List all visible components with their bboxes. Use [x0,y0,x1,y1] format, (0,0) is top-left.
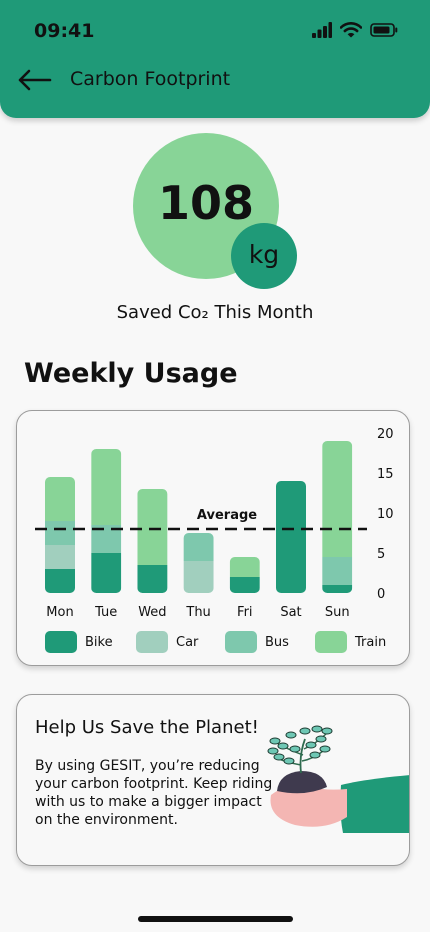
bar-segment-bike [45,569,75,593]
legend-item-bus: Bus [225,631,315,653]
bar-segment-train [45,477,75,521]
legend-label: Bus [265,634,289,650]
co2-saved-value: 108 [157,176,255,230]
weekly-usage-chart-card: 0 5 10 15 20 Mon Tue Wed Thu Fri Sat Sun Average Bik… [16,410,410,666]
bar-segment-bus [45,521,75,545]
legend-item-car: Car [136,631,225,653]
x-tick-label: Thu [185,605,210,620]
x-tick-label: Fri [237,605,253,620]
y-tick-label: 5 [377,547,385,562]
y-tick-label: 15 [377,467,394,482]
page-title: Carbon Footprint [70,68,231,90]
legend-swatch [225,631,257,653]
legend-swatch [136,631,168,653]
bar-segment-bike [91,553,122,593]
bar-segment-train [137,489,168,565]
arrow-left-icon[interactable] [16,66,52,94]
x-tick-label: Tue [94,605,117,620]
legend-swatch [45,631,77,653]
app-header: 09:41 Carbon Footprint [0,0,430,118]
info-title: Help Us Save the Planet! [35,717,259,738]
unit-label: kg [248,240,280,269]
legend-label: Bike [85,634,113,650]
co2-caption: Saved Co₂ This Month [116,302,314,323]
status-icons [312,22,398,38]
status-time: 09:41 [34,20,95,42]
bar-segment-bike [322,585,353,593]
hand-holding-plant-icon [267,725,409,833]
bar-segment-bus [183,533,214,561]
weekly-usage-chart: 0 5 10 15 20 Mon Tue Wed Thu Fri Sat Sun Average [35,427,394,620]
legend-label: Car [176,634,199,650]
bar-segment-car [183,561,214,593]
section-title-weekly-usage: Weekly Usage [24,358,238,389]
bar-segment-train [229,557,260,577]
home-indicator[interactable] [138,916,293,922]
bar-segment-bike [229,577,260,593]
legend-swatch [315,631,347,653]
wifi-icon [340,22,362,38]
y-tick-label: 10 [377,507,394,522]
legend-item-bike: Bike [45,631,136,653]
save-planet-card: Help Us Save the Planet! By using GESIT,… [16,694,410,866]
bar-segment-train [322,441,353,557]
bar-segment-bus [322,557,353,585]
y-tick-label: 20 [377,427,394,442]
info-body: By using GESIT, you’re reducing your car… [35,758,273,828]
bar-segment-bike [137,565,168,593]
x-tick-label: Sun [325,605,350,620]
x-tick-label: Mon [46,605,73,620]
chart-legend: Bike Car Bus Train [45,631,405,653]
legend-label: Train [355,634,387,650]
bar-segment-car [45,545,75,569]
cellular-signal-icon [312,22,332,38]
average-label: Average [197,508,257,523]
battery-icon [370,23,398,37]
bar-segment-bike [276,481,306,593]
y-tick-label: 0 [377,587,385,602]
x-tick-label: Sat [280,605,301,620]
x-tick-label: Wed [138,605,166,620]
bar-segment-train [91,449,122,525]
legend-item-train: Train [315,631,405,653]
